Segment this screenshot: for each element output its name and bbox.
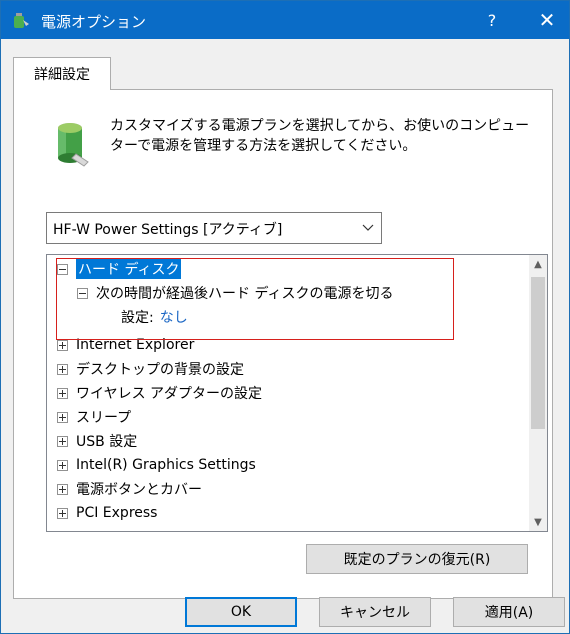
title-bar[interactable]: 電源オプション ? ✕ xyxy=(1,1,569,39)
highlight-box xyxy=(56,258,454,340)
cancel-button[interactable]: キャンセル xyxy=(319,597,431,627)
tree-item-desktop-background[interactable]: デスクトップの背景の設定 xyxy=(57,357,244,381)
tree-item-label: デスクトップの背景の設定 xyxy=(76,362,244,378)
description-text: カスタマイズする電源プランを選択してから、お使いのコンピューターで電源を管理する… xyxy=(110,118,530,154)
scrollbar-thumb[interactable] xyxy=(531,277,545,429)
vertical-scrollbar[interactable]: ▲ ▼ xyxy=(529,255,547,531)
scroll-down-icon[interactable]: ▼ xyxy=(529,513,547,531)
apply-button[interactable]: 適用(A) xyxy=(453,597,565,627)
tree-item-intel-graphics[interactable]: Intel(R) Graphics Settings xyxy=(57,453,256,477)
advanced-settings-panel: カスタマイズする電源プランを選択してから、お使いのコンピューターで電源を管理する… xyxy=(13,89,553,599)
scroll-up-icon[interactable]: ▲ xyxy=(529,255,547,273)
tree-item-label: Intel(R) Graphics Settings xyxy=(76,457,256,473)
tree-item-label: 電源ボタンとカバー xyxy=(76,482,202,498)
tree-item-label: ワイヤレス アダプターの設定 xyxy=(76,386,263,402)
tree-item-wireless-adapter[interactable]: ワイヤレス アダプターの設定 xyxy=(57,381,262,405)
power-options-icon xyxy=(14,13,29,28)
power-plan-select[interactable]: HF-W Power Settings [アクティブ] xyxy=(46,212,382,244)
expand-icon[interactable] xyxy=(57,339,68,351)
help-button[interactable]: ? xyxy=(469,1,515,39)
expand-icon[interactable] xyxy=(57,483,68,495)
tree-item-label: PCI Express xyxy=(76,505,158,521)
expand-icon[interactable] xyxy=(57,435,68,447)
window-title: 電源オプション xyxy=(41,13,147,31)
tab-advanced-settings[interactable]: 詳細設定 xyxy=(13,57,111,90)
ok-button[interactable]: OK xyxy=(185,597,297,627)
power-plan-select-value: HF-W Power Settings [アクティブ] xyxy=(53,222,283,238)
tree-item-usb[interactable]: USB 設定 xyxy=(57,429,137,453)
tree-item-sleep[interactable]: スリープ xyxy=(57,405,131,429)
expand-icon[interactable] xyxy=(57,459,68,471)
chevron-down-icon xyxy=(362,224,374,231)
tree-item-label: USB 設定 xyxy=(76,434,138,450)
close-button[interactable]: ✕ xyxy=(525,1,569,39)
tree-item-label: スリープ xyxy=(76,410,132,426)
expand-icon[interactable] xyxy=(57,387,68,399)
restore-defaults-button[interactable]: 既定のプランの復元(R) xyxy=(306,544,528,574)
power-options-dialog: 電源オプション ? ✕ 詳細設定 カスタマイズする電源プランを選択してから、お使… xyxy=(0,0,570,634)
tree-item-pci-express[interactable]: PCI Express xyxy=(57,501,157,525)
battery-icon xyxy=(58,123,89,167)
tree-item-power-buttons[interactable]: 電源ボタンとカバー xyxy=(57,477,202,501)
expand-icon[interactable] xyxy=(57,507,68,519)
expand-icon[interactable] xyxy=(57,411,68,423)
expand-icon[interactable] xyxy=(57,363,68,375)
